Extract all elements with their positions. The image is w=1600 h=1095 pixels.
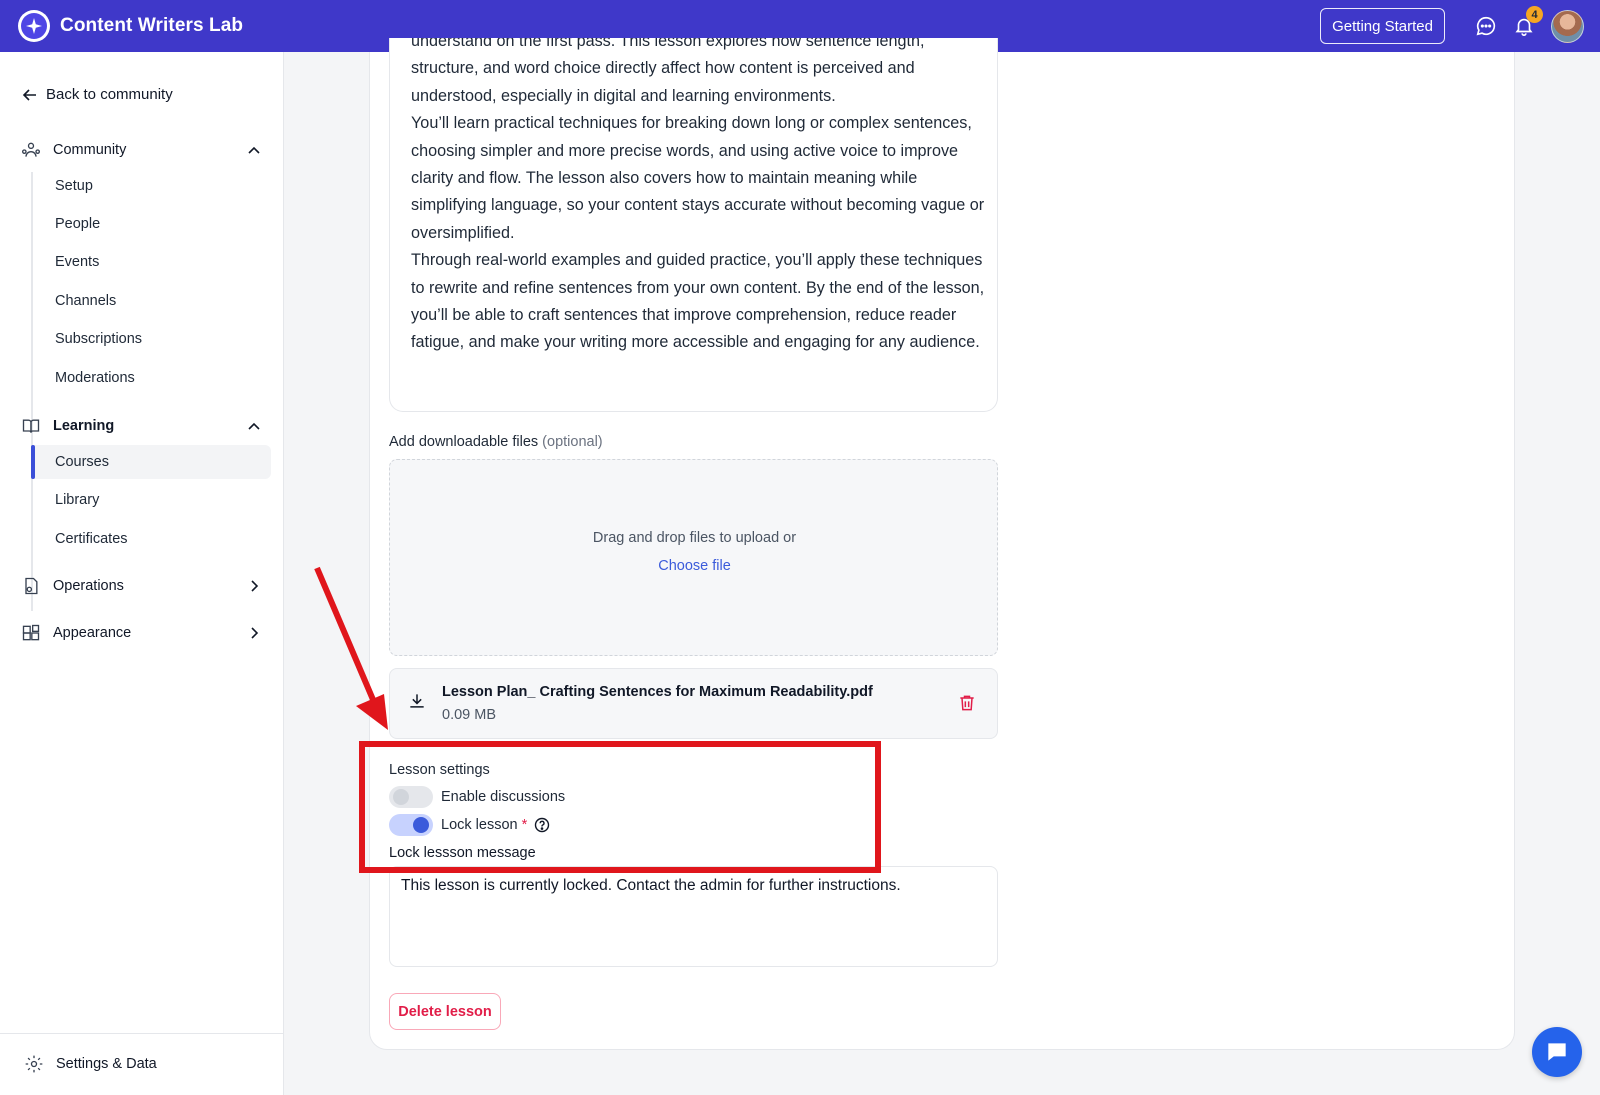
sidebar-section-community[interactable]: Community bbox=[20, 136, 264, 164]
gear-icon bbox=[25, 1055, 43, 1073]
chevron-right-icon bbox=[251, 580, 259, 592]
help-button[interactable] bbox=[534, 817, 550, 833]
sparkle-icon bbox=[26, 18, 42, 34]
description-paragraph: You’ll learn practical techniques for br… bbox=[411, 114, 985, 242]
learning-label: Learning bbox=[53, 418, 115, 434]
chat-icon bbox=[1548, 1043, 1566, 1061]
chevron-right-icon bbox=[251, 627, 259, 639]
sidebar-item-courses[interactable]: Courses bbox=[31, 445, 271, 479]
chevron-up-icon bbox=[248, 422, 260, 430]
settings-and-data-link[interactable]: Settings & Data bbox=[24, 1052, 157, 1076]
lesson-description-text: understand on the first pass. This lesso… bbox=[411, 38, 986, 357]
sidebar-item-certificates[interactable]: Certificates bbox=[33, 522, 271, 556]
lock-lesson-row: Lock lesson * bbox=[389, 813, 550, 837]
delete-lesson-button[interactable]: Delete lesson bbox=[389, 993, 501, 1030]
sidebar-item-subscriptions[interactable]: Subscriptions bbox=[33, 322, 271, 356]
messages-button[interactable] bbox=[1473, 13, 1499, 39]
choose-file-link[interactable]: Choose file bbox=[390, 558, 999, 574]
download-icon bbox=[410, 694, 424, 708]
uploaded-file-row: Lesson Plan_ Crafting Sentences for Maxi… bbox=[389, 668, 998, 739]
brand-logo bbox=[18, 10, 50, 42]
arrow-left-icon bbox=[22, 88, 36, 101]
chat-bubble-icon bbox=[1476, 16, 1496, 36]
sidebar-item-library[interactable]: Library bbox=[33, 483, 271, 517]
appearance-label: Appearance bbox=[53, 625, 132, 641]
community-label: Community bbox=[53, 142, 127, 158]
community-title: Content Writers Lab bbox=[60, 15, 244, 36]
settings-label: Settings & Data bbox=[56, 1056, 157, 1072]
delete-file-button[interactable] bbox=[957, 693, 977, 718]
lock-lesson-label: Lock lesson bbox=[441, 817, 518, 833]
back-to-community-link[interactable]: Back to community bbox=[22, 86, 173, 103]
enable-discussions-row: Enable discussions bbox=[389, 785, 565, 809]
description-paragraph: Through real-world examples and guided p… bbox=[411, 251, 985, 352]
question-circle-icon bbox=[535, 817, 550, 833]
lock-message-label: Lock lessson message bbox=[389, 845, 536, 861]
notifications-button[interactable]: 4 bbox=[1511, 6, 1543, 39]
enable-discussions-toggle[interactable] bbox=[389, 786, 433, 808]
notification-badge: 4 bbox=[1526, 6, 1543, 23]
back-label: Back to community bbox=[46, 86, 173, 103]
lesson-description-editor[interactable]: understand on the first pass. This lesso… bbox=[389, 38, 998, 412]
file-dropzone[interactable]: Drag and drop files to upload or Choose … bbox=[389, 459, 998, 656]
description-paragraph: understand on the first pass. This lesso… bbox=[411, 38, 925, 105]
sidebar-divider bbox=[0, 1033, 284, 1034]
chevron-up-icon bbox=[248, 146, 260, 154]
sidebar-item-setup[interactable]: Setup bbox=[33, 169, 271, 203]
lesson-settings-label: Lesson settings bbox=[389, 762, 490, 778]
lock-message-input[interactable]: This lesson is currently locked. Contact… bbox=[389, 866, 998, 967]
file-cog-icon bbox=[25, 577, 38, 595]
sidebar-item-moderations[interactable]: Moderations bbox=[33, 361, 271, 395]
sidebar-item-channels[interactable]: Channels bbox=[33, 284, 271, 318]
community-icon bbox=[22, 142, 41, 157]
book-icon bbox=[22, 419, 40, 433]
sidebar-section-operations[interactable]: Operations bbox=[20, 572, 264, 600]
enable-discussions-label: Enable discussions bbox=[441, 789, 566, 805]
chat-support-button[interactable] bbox=[1532, 1027, 1582, 1077]
optional-hint: (optional) bbox=[542, 434, 603, 450]
sidebar: Back to community Community Setup People… bbox=[0, 52, 284, 1095]
file-name: Lesson Plan_ Crafting Sentences for Maxi… bbox=[442, 684, 873, 700]
brand[interactable]: Content Writers Lab bbox=[18, 10, 243, 42]
sidebar-item-people[interactable]: People bbox=[33, 207, 271, 241]
trash-icon bbox=[960, 695, 974, 711]
required-asterisk: * bbox=[521, 817, 528, 833]
dropzone-text: Drag and drop files to upload or bbox=[592, 530, 797, 546]
file-size: 0.09 MB bbox=[442, 707, 496, 723]
sidebar-section-learning[interactable]: Learning bbox=[20, 412, 264, 440]
sidebar-section-appearance[interactable]: Appearance bbox=[20, 619, 264, 647]
sidebar-item-events[interactable]: Events bbox=[33, 245, 271, 279]
blocks-icon bbox=[22, 624, 40, 641]
download-button[interactable] bbox=[407, 691, 427, 716]
lock-lesson-toggle[interactable] bbox=[389, 814, 433, 836]
user-avatar[interactable] bbox=[1551, 9, 1584, 43]
getting-started-button[interactable]: Getting Started bbox=[1320, 8, 1445, 44]
downloadable-files-label: Add downloadable files (optional) bbox=[389, 434, 603, 450]
operations-label: Operations bbox=[53, 578, 124, 594]
